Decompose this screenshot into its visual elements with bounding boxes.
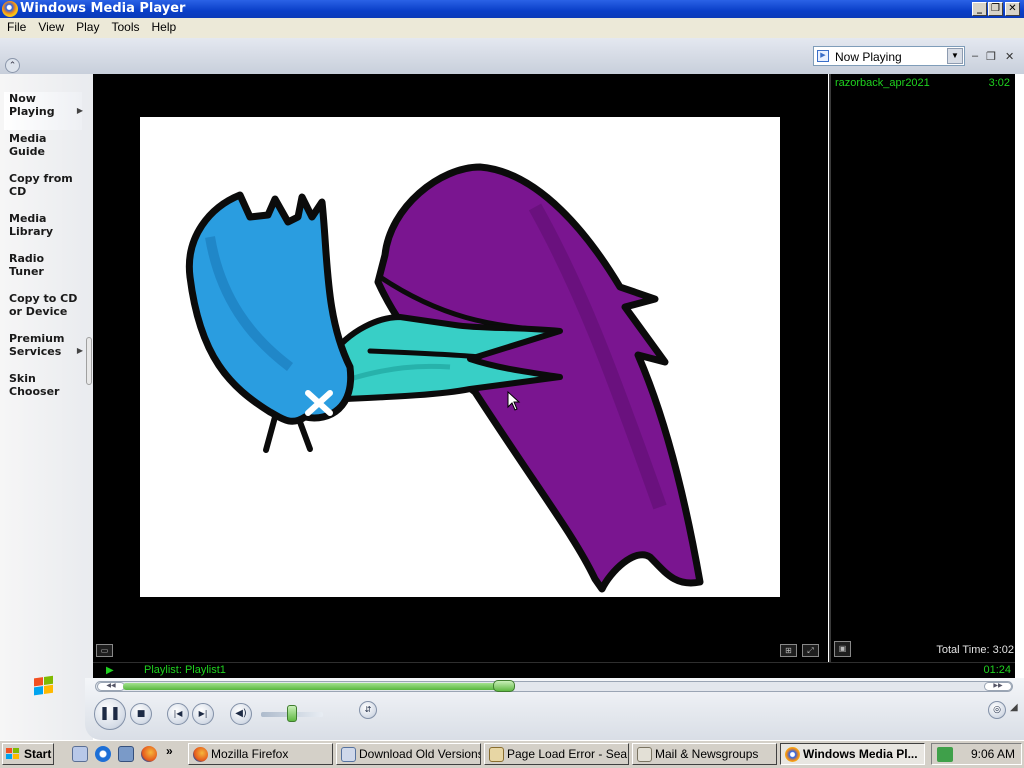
nav-radio-tuner[interactable]: Radio Tuner <box>4 252 82 290</box>
rewind-icon[interactable]: ◀◀ <box>97 682 125 691</box>
start-button[interactable]: Start <box>2 743 54 765</box>
window-title: Windows Media Player <box>20 1 186 16</box>
fast-forward-icon[interactable]: ▶▶ <box>984 682 1012 691</box>
menu-bar: File View Play Tools Help <box>0 18 1024 38</box>
restore-button[interactable]: ❐ <box>988 2 1003 16</box>
nav-label: Copy to CD or Device <box>9 292 78 318</box>
taskbar-button-windows-media-player[interactable]: Windows Media Pl... <box>780 743 925 765</box>
elapsed-time: 01:24 <box>983 664 1011 676</box>
taskbar-button-page-load-error[interactable]: Page Load Error - Sea... <box>484 743 629 765</box>
nav-label: Now Playing <box>9 92 55 118</box>
status-text: Playlist: Playlist1 <box>144 664 226 676</box>
nav-label: Copy from CD <box>9 172 73 198</box>
stop-button[interactable]: ■ <box>130 703 152 725</box>
full-screen-icon[interactable]: ⤢ <box>802 644 819 657</box>
nav-label: Radio Tuner <box>9 252 45 278</box>
mute-button[interactable]: ◀) <box>230 703 252 725</box>
taskbar-button-label: Page Load Error - Sea... <box>507 747 629 761</box>
zoom-video-icon[interactable]: ⊞ <box>780 644 797 657</box>
network-icon[interactable] <box>118 746 134 762</box>
taskbar-button-download-old-versions[interactable]: Download Old Versions... <box>336 743 481 765</box>
resize-grip-icon[interactable]: ◢ <box>1010 702 1018 713</box>
restore-mode-icon[interactable]: ❐ <box>986 50 996 63</box>
close-pane-icon[interactable]: ✕ <box>1005 50 1014 63</box>
nav-media-library[interactable]: Media Library <box>4 212 82 250</box>
playlist-track-duration: 3:02 <box>988 77 1010 89</box>
video-content <box>185 163 704 593</box>
chevron-right-icon: ▶ <box>76 346 83 355</box>
minimize-button[interactable]: _ <box>972 2 987 16</box>
nav-now-playing[interactable]: Now Playing ▶ <box>4 92 83 130</box>
taskbar-button-label: Mozilla Firefox <box>211 747 289 761</box>
windows-media-player-icon <box>785 747 800 762</box>
status-bar: ▶ Playlist: Playlist1 01:24 <box>93 662 1015 678</box>
video-info-icon[interactable]: ▭ <box>96 644 113 657</box>
nav-skin-chooser[interactable]: Skin Chooser <box>4 372 82 410</box>
now-playing-list-icon: ▶ <box>817 50 829 62</box>
menu-help[interactable]: Help <box>146 18 183 34</box>
firefox-icon[interactable] <box>141 746 157 762</box>
taskbar-button-label: Download Old Versions... <box>359 747 481 761</box>
nav-label: Media Library <box>9 212 54 238</box>
close-button[interactable]: ✕ <box>1005 2 1020 16</box>
sidebar-resize-handle[interactable] <box>86 337 92 385</box>
menu-view[interactable]: View <box>32 18 70 34</box>
nav-copy-from-cd[interactable]: Copy from CD <box>4 172 82 210</box>
nav-copy-to-device[interactable]: Copy to CD or Device <box>4 292 82 330</box>
windows-flag-icon <box>6 748 20 760</box>
blue-bird-body <box>185 191 355 425</box>
hide-taskbar-toggle-icon[interactable]: ⌃ <box>5 58 20 73</box>
clock[interactable]: 9:06 AM <box>971 747 1015 761</box>
volume-slider-thumb[interactable] <box>287 705 297 722</box>
system-tray: 9:06 AM <box>931 743 1022 765</box>
nav-label: Premium Services <box>9 332 65 358</box>
show-desktop-icon[interactable] <box>72 746 88 762</box>
now-playing-dropdown[interactable]: ▶ Now Playing ▼ <box>813 46 965 66</box>
menu-play[interactable]: Play <box>70 18 105 34</box>
start-label: Start <box>24 747 52 761</box>
firefox-icon <box>193 747 208 762</box>
playlist-pane: razorback_apr2021 3:02 ▣ Total Time: 3:0… <box>829 74 1015 662</box>
previous-track-button[interactable]: |◀ <box>167 703 189 725</box>
seek-progress <box>123 683 504 690</box>
page-icon <box>341 747 356 762</box>
nav-premium-services[interactable]: Premium Services ▶ <box>4 332 83 370</box>
page-icon <box>489 747 504 762</box>
compact-mode-icon[interactable]: – <box>972 50 978 62</box>
switch-to-skin-mode-icon[interactable]: ◎ <box>988 701 1006 719</box>
nav-media-guide[interactable]: Media Guide <box>4 132 82 170</box>
network-connection-icon[interactable] <box>937 747 953 762</box>
windows-media-player-icon <box>2 1 18 17</box>
dropdown-arrow-icon[interactable]: ▼ <box>947 48 963 64</box>
next-track-button[interactable]: ▶| <box>192 703 214 725</box>
features-taskbar: Now Playing ▶ Media Guide Copy from CD M… <box>0 74 93 740</box>
nav-label: Media Guide <box>9 132 47 158</box>
menu-file[interactable]: File <box>1 18 32 34</box>
playlist-options-icon[interactable]: ▣ <box>834 641 851 657</box>
taskbar-button-firefox[interactable]: Mozilla Firefox <box>188 743 333 765</box>
taskbar-button-label: Mail & Newsgroups <box>655 747 759 761</box>
video-frame[interactable] <box>140 117 780 597</box>
taskbar-button-label: Windows Media Pl... <box>803 747 918 761</box>
quicklaunch-more-icon[interactable]: » <box>166 744 173 758</box>
chevron-right-icon: ▶ <box>76 106 83 115</box>
mouse-cursor-icon <box>507 391 521 411</box>
seek-slider-thumb[interactable] <box>493 680 515 692</box>
taskbar-button-mail[interactable]: Mail & Newsgroups <box>632 743 777 765</box>
windows-logo-icon <box>34 675 54 697</box>
playlist-track-title[interactable]: razorback_apr2021 <box>835 77 930 89</box>
title-bar[interactable]: Windows Media Player _ ❐ ✕ <box>0 0 1024 18</box>
mail-icon <box>637 747 652 762</box>
internet-explorer-icon[interactable] <box>95 746 111 762</box>
play-status-icon: ▶ <box>106 665 114 676</box>
now-playing-dropdown-value: Now Playing <box>835 50 902 64</box>
nav-label: Skin Chooser <box>9 372 60 398</box>
pause-button[interactable]: ❚❚ <box>94 698 126 730</box>
shuffle-icon[interactable]: ⇵ <box>359 701 377 719</box>
menu-tools[interactable]: Tools <box>105 18 145 34</box>
playlist-total-time: Total Time: 3:02 <box>936 644 1014 656</box>
